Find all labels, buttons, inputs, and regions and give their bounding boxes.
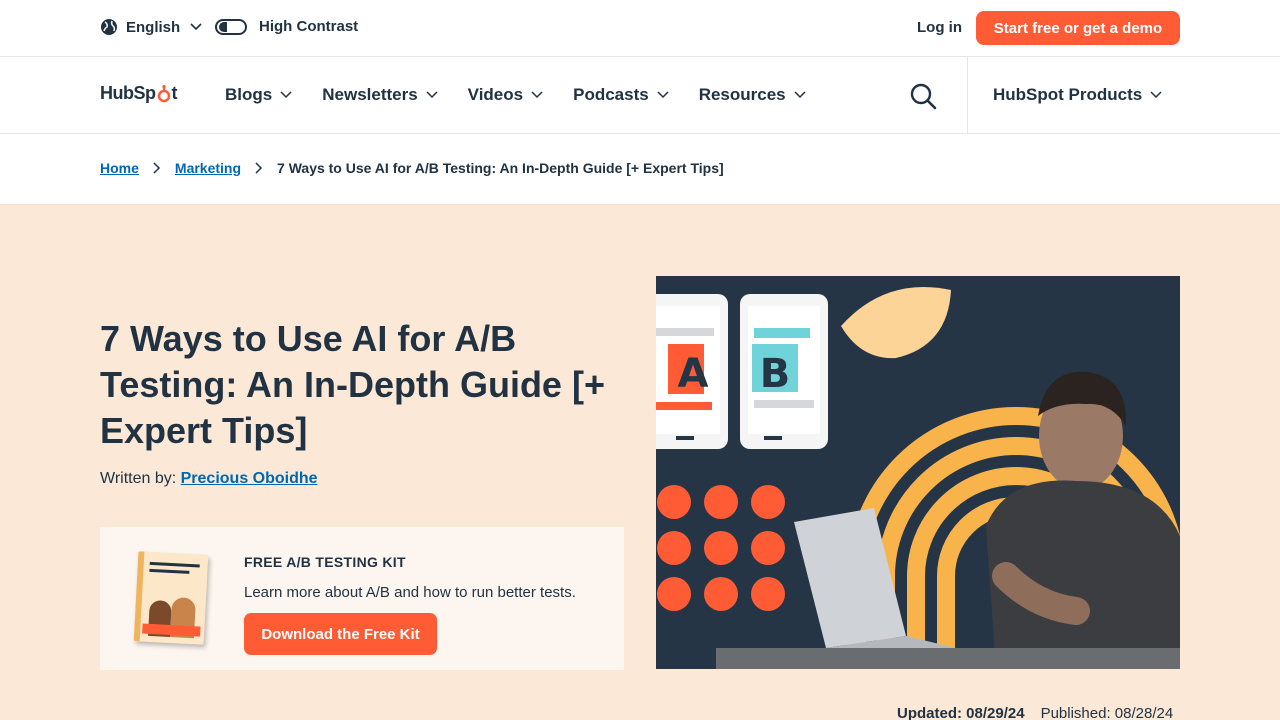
updated-value: 08/29/24	[966, 705, 1025, 720]
chevron-down-icon	[426, 91, 438, 99]
published-label: Published:	[1040, 705, 1111, 720]
published-date: Published: 08/28/24	[1041, 705, 1174, 720]
utility-bar: English High Contrast Log in Start free …	[0, 0, 1280, 57]
article-title: 7 Ways to Use AI for A/B Testing: An In-…	[100, 318, 605, 451]
chevron-right-icon	[255, 162, 263, 174]
published-value: 08/28/24	[1114, 705, 1174, 720]
chevron-down-icon	[794, 91, 806, 99]
byline: Written by: Precious Oboidhe	[100, 470, 318, 488]
nav-divider	[967, 57, 968, 134]
language-label: English	[126, 18, 181, 36]
nav-videos-label: Videos	[467, 85, 524, 104]
nav-blogs-label: Blogs	[225, 85, 273, 104]
kit-description: Learn more about A/B and how to run bett…	[244, 584, 576, 601]
toggle-icon	[215, 18, 247, 35]
tile-b-letter: B	[760, 351, 791, 397]
globe-icon	[101, 19, 117, 35]
updated-date: Updated: 08/29/24	[897, 705, 1025, 720]
kit-cover-image	[133, 551, 209, 645]
login-link[interactable]: Log in	[917, 19, 962, 36]
main-nav: HubSp t Blogs Newsletters Videos Podcast…	[0, 57, 1280, 134]
search-icon[interactable]	[909, 82, 937, 110]
nav-podcasts[interactable]: Podcasts	[573, 85, 669, 105]
hubspot-products-menu[interactable]: HubSpot Products	[993, 85, 1162, 105]
written-by-label: Written by:	[100, 470, 177, 487]
chevron-down-icon	[657, 91, 669, 99]
nav-videos[interactable]: Videos	[468, 85, 543, 105]
nav-blogs[interactable]: Blogs	[225, 85, 292, 105]
chevron-right-icon	[153, 162, 160, 174]
chevron-down-icon	[1150, 91, 1162, 99]
nav-newsletters-label: Newsletters	[322, 85, 418, 104]
high-contrast-toggle[interactable]: High Contrast	[215, 18, 358, 35]
hero-image: A B	[656, 276, 1180, 669]
kit-card: FREE A/B TESTING KIT Learn more about A/…	[100, 527, 624, 670]
nav-resources[interactable]: Resources	[699, 85, 806, 105]
chevron-down-icon	[190, 23, 202, 31]
tile-a-letter: A	[678, 351, 709, 397]
updated-label: Updated:	[897, 705, 962, 720]
chevron-down-icon	[531, 91, 543, 99]
nav-newsletters[interactable]: Newsletters	[322, 85, 438, 105]
author-link[interactable]: Precious Oboidhe	[181, 470, 318, 487]
high-contrast-label: High Contrast	[259, 18, 359, 35]
download-kit-button[interactable]: Download the Free Kit	[244, 613, 437, 655]
breadcrumb: Home Marketing 7 Ways to Use AI for A/B …	[100, 160, 724, 176]
nav-resources-label: Resources	[698, 85, 786, 104]
logo-text: HubSp	[100, 83, 156, 103]
chevron-down-icon	[280, 91, 292, 99]
breadcrumb-home[interactable]: Home	[100, 160, 139, 176]
start-free-button[interactable]: Start free or get a demo	[976, 11, 1180, 45]
language-selector[interactable]: English	[100, 18, 202, 36]
kit-label: FREE A/B TESTING KIT	[244, 554, 406, 570]
logo-text-end: t	[171, 83, 178, 103]
nav-podcasts-label: Podcasts	[573, 85, 649, 104]
nav-items: Blogs Newsletters Videos Podcasts Resour…	[225, 85, 806, 105]
hubspot-products-label: HubSpot Products	[993, 85, 1143, 104]
hubspot-logo[interactable]: HubSp t	[100, 83, 177, 104]
breadcrumb-current: 7 Ways to Use AI for A/B Testing: An In-…	[277, 160, 724, 176]
sprocket-icon	[157, 84, 170, 102]
breadcrumb-marketing[interactable]: Marketing	[175, 160, 241, 176]
hero-illustration: A B	[656, 286, 1180, 669]
article-dates: Updated: 08/29/24 Published: 08/28/24	[897, 705, 1173, 720]
